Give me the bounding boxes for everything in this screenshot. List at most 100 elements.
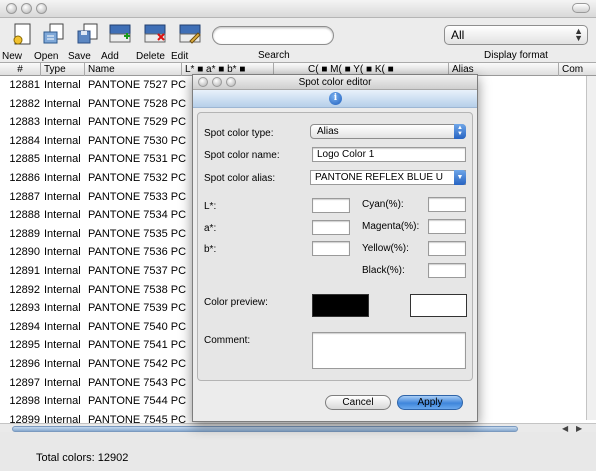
a-star-label: a*: [204, 223, 217, 234]
row-type: Internal [44, 171, 81, 184]
b-star-field[interactable] [312, 241, 350, 256]
spot-color-alias-value: PANTONE REFLEX BLUE U [315, 172, 443, 183]
row-number: 12891 [9, 264, 40, 277]
row-number: 12892 [9, 283, 40, 296]
dialog-title: Spot color editor [298, 77, 372, 88]
add-icon [109, 24, 131, 43]
cyan-label: Cyan(%): [362, 199, 404, 210]
column-header-num[interactable]: # [0, 63, 41, 76]
display-format-select[interactable]: All ▲ ▼ [444, 25, 588, 45]
window-zoom-button[interactable] [36, 3, 47, 14]
row-name: PANTONE 7528 PC [88, 97, 187, 110]
spot-color-type-select[interactable]: Alias ▲ ▼ [310, 124, 466, 139]
info-bar: i [193, 90, 477, 108]
cyan-field[interactable] [428, 197, 466, 212]
window-minimize-button[interactable] [21, 3, 32, 14]
black-label: Black(%): [362, 265, 405, 276]
row-number: 12881 [9, 79, 40, 91]
add-label: Add [101, 51, 119, 62]
row-number: 12883 [9, 116, 40, 129]
row-type: Internal [44, 246, 81, 259]
stepper-arrows-icon: ▲ ▼ [454, 124, 466, 139]
row-type: Internal [44, 283, 81, 296]
info-icon[interactable]: i [329, 92, 342, 105]
color-preview-alt-swatch [410, 294, 467, 317]
status-bar: Total colors: 12902 [0, 432, 596, 471]
chevron-down-icon[interactable]: ▼ [454, 170, 466, 185]
display-format-value: All [451, 28, 465, 42]
row-type: Internal [44, 190, 81, 203]
delete-label: Delete [136, 51, 165, 62]
row-type: Internal [44, 395, 81, 408]
spot-color-editor-dialog: Spot color editor i Spot color type: Ali… [192, 74, 478, 422]
row-type: Internal [44, 376, 81, 389]
row-name: PANTONE 7544 PC [88, 395, 187, 408]
toolbar-toggle-button[interactable] [572, 3, 590, 13]
row-name: PANTONE 7536 PC [88, 246, 187, 259]
comment-field[interactable] [312, 332, 466, 369]
toolbar: New Open Save Add Delete Edit Search All… [0, 18, 596, 62]
column-header-type[interactable]: Type [41, 63, 85, 76]
spot-color-alias-combo[interactable]: PANTONE REFLEX BLUE U ▼ [310, 170, 466, 185]
row-type: Internal [44, 227, 81, 240]
apply-button[interactable]: Apply [397, 395, 463, 410]
edit-button[interactable]: Edit [171, 22, 211, 62]
window-titlebar [0, 0, 596, 18]
row-type: Internal [44, 153, 81, 166]
row-number: 12886 [9, 171, 40, 184]
row-type: Internal [44, 264, 81, 277]
row-number: 12889 [9, 227, 40, 240]
row-number: 12882 [9, 97, 40, 110]
row-number: 12896 [9, 357, 40, 370]
yellow-field[interactable] [428, 241, 466, 256]
row-name: PANTONE 7531 PC [88, 153, 187, 166]
row-number: 12888 [9, 209, 40, 222]
row-type: Internal [44, 302, 81, 315]
row-type: Internal [44, 209, 81, 222]
magenta-field[interactable] [428, 219, 466, 234]
row-type: Internal [44, 320, 81, 333]
row-name: PANTONE 7540 PC [88, 320, 187, 333]
magenta-label: Magenta(%): [362, 221, 420, 232]
dialog-zoom-button[interactable] [226, 77, 236, 87]
row-name: PANTONE 7527 PC [88, 79, 187, 91]
row-type: Internal [44, 134, 81, 147]
add-button[interactable]: Add [101, 22, 141, 62]
spot-color-alias-label: Spot color alias: [204, 173, 276, 184]
dialog-minimize-button[interactable] [212, 77, 222, 87]
cancel-button[interactable]: Cancel [325, 395, 391, 410]
row-name: PANTONE 7533 PC [88, 190, 187, 203]
row-number: 12897 [9, 376, 40, 389]
row-name: PANTONE 7539 PC [88, 302, 187, 315]
window-close-button[interactable] [6, 3, 17, 14]
search-label: Search [258, 50, 290, 61]
column-header-comment[interactable]: Com [559, 63, 596, 76]
vertical-scrollbar[interactable] [586, 76, 596, 420]
row-name: PANTONE 7537 PC [88, 264, 187, 277]
row-name: PANTONE 7542 PC [88, 357, 187, 370]
row-type: Internal [44, 79, 81, 91]
total-colors-count: Total colors: 12902 [36, 452, 129, 464]
row-name: PANTONE 7534 PC [88, 209, 187, 222]
row-name: PANTONE 7541 PC [88, 339, 187, 352]
spot-color-name-field[interactable]: Logo Color 1 [312, 147, 466, 162]
row-type: Internal [44, 357, 81, 370]
row-name: PANTONE 7529 PC [88, 116, 187, 129]
column-header-name[interactable]: Name [85, 63, 182, 76]
row-number: 12885 [9, 153, 40, 166]
dialog-titlebar: Spot color editor [193, 75, 477, 90]
search-input[interactable] [212, 26, 334, 45]
delete-button[interactable]: Delete [136, 22, 176, 62]
edit-icon [179, 24, 201, 44]
black-field[interactable] [428, 263, 466, 278]
row-number: 12884 [9, 134, 40, 147]
row-number: 12895 [9, 339, 40, 352]
spot-color-type-label: Spot color type: [204, 128, 274, 139]
dialog-close-button[interactable] [198, 77, 208, 87]
l-star-field[interactable] [312, 198, 350, 213]
row-number: 12894 [9, 320, 40, 333]
display-format-label: Display format [484, 50, 548, 61]
a-star-field[interactable] [312, 220, 350, 235]
row-name: PANTONE 7532 PC [88, 171, 187, 184]
yellow-label: Yellow(%): [362, 243, 409, 254]
